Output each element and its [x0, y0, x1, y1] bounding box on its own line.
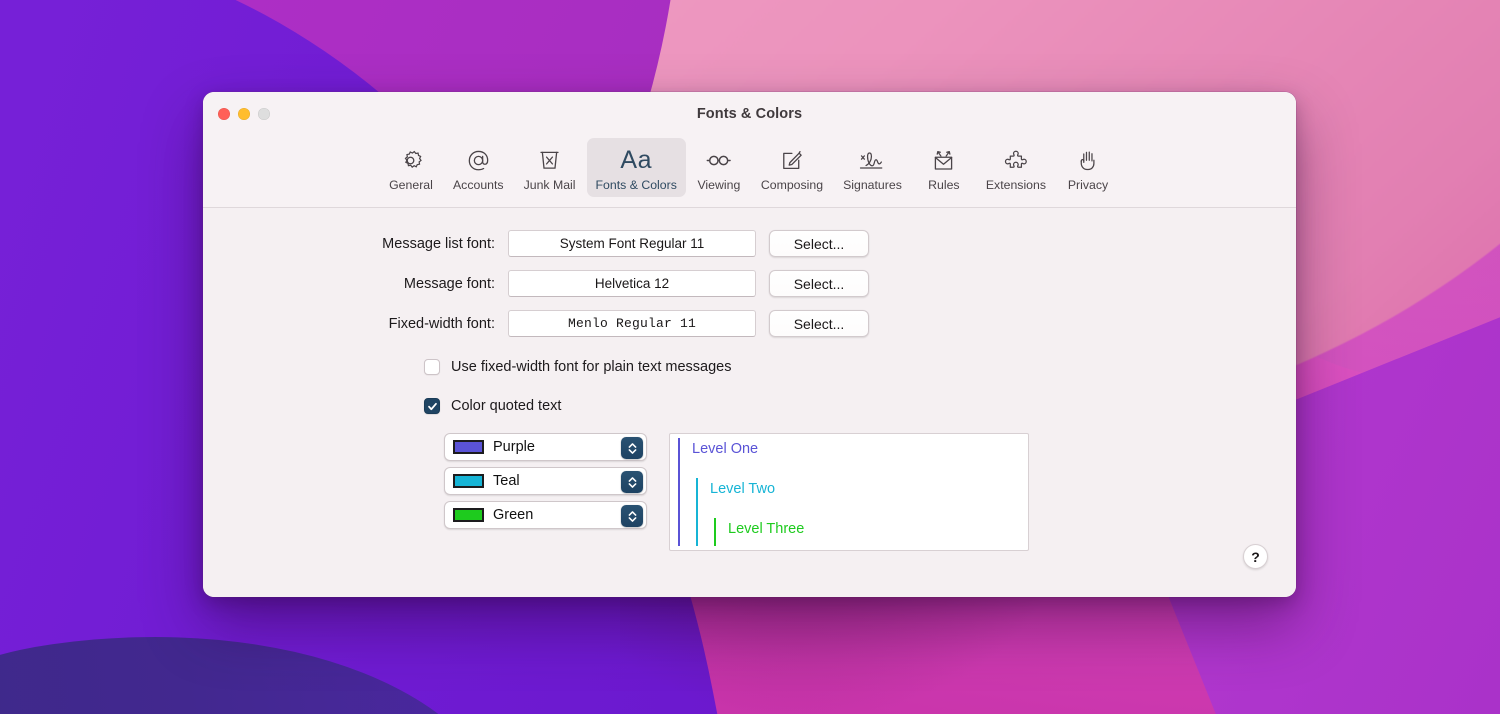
puzzle-piece-icon	[1002, 143, 1030, 177]
tab-rules-label: Rules	[928, 178, 959, 192]
tab-accounts[interactable]: Accounts	[444, 138, 513, 197]
checkbox-row-fixed-width-plain-text[interactable]: Use fixed-width font for plain text mess…	[203, 359, 1296, 375]
tab-composing-label: Composing	[761, 178, 823, 192]
quote-color-popup-level-one[interactable]: Purple	[444, 433, 647, 461]
message-list-font-select-button[interactable]: Select...	[769, 230, 869, 257]
preferences-content: Message list font: System Font Regular 1…	[203, 208, 1296, 597]
trash-x-icon	[536, 143, 563, 177]
close-button[interactable]	[218, 108, 230, 120]
tab-junk-mail[interactable]: Junk Mail	[515, 138, 585, 197]
form-row-fixed-width-font: Fixed-width font: Menlo Regular 11 Selec…	[203, 310, 1296, 337]
form-row-message-font: Message font: Helvetica 12 Select...	[203, 270, 1296, 297]
quote-text-level-three: Level Three	[728, 521, 804, 537]
tab-viewing[interactable]: Viewing	[688, 138, 750, 197]
color-swatch-purple	[453, 440, 484, 454]
at-sign-icon	[465, 143, 492, 177]
message-font-field[interactable]: Helvetica 12	[508, 270, 756, 297]
help-button[interactable]: ?	[1243, 544, 1268, 569]
fixed-width-font-field[interactable]: Menlo Regular 11	[508, 310, 756, 337]
tab-privacy-label: Privacy	[1068, 178, 1108, 192]
aa-icon: Aa	[620, 143, 652, 177]
quote-text-level-two: Level Two	[710, 481, 775, 497]
color-swatch-teal	[453, 474, 484, 488]
use-fixed-width-font-label: Use fixed-width font for plain text mess…	[451, 359, 731, 375]
zoom-button[interactable]	[258, 108, 270, 120]
minimize-button[interactable]	[238, 108, 250, 120]
quote-bar-level-one	[678, 438, 680, 546]
stepper-level-two[interactable]	[621, 471, 643, 493]
quoted-text-colors-section: Purple Teal	[203, 433, 1296, 551]
tab-privacy[interactable]: Privacy	[1057, 138, 1119, 197]
tab-viewing-label: Viewing	[697, 178, 740, 192]
wallpaper-indigo-band	[0, 584, 514, 714]
tab-accounts-label: Accounts	[453, 178, 504, 192]
message-list-font-field[interactable]: System Font Regular 11	[508, 230, 756, 257]
color-swatch-green	[453, 508, 484, 522]
message-list-font-label: Message list font:	[203, 236, 508, 252]
quote-color-label-level-one: Purple	[493, 439, 535, 455]
tab-signatures[interactable]: Signatures	[834, 138, 911, 197]
tab-general[interactable]: General	[380, 138, 442, 197]
fixed-width-font-select-button[interactable]: Select...	[769, 310, 869, 337]
tab-junk-mail-label: Junk Mail	[524, 178, 576, 192]
envelope-arrows-icon	[930, 143, 957, 177]
quoted-text-preview: Level One Level Two Level Three	[669, 433, 1029, 551]
fixed-width-font-label: Fixed-width font:	[203, 316, 508, 332]
quote-color-popup-list: Purple Teal	[444, 433, 647, 551]
message-font-select-button[interactable]: Select...	[769, 270, 869, 297]
stepper-level-one[interactable]	[621, 437, 643, 459]
checkbox-row-color-quoted-text[interactable]: Color quoted text	[203, 398, 1296, 414]
quote-bar-level-three	[714, 518, 716, 546]
form-row-message-list-font: Message list font: System Font Regular 1…	[203, 230, 1296, 257]
traffic-light-group	[218, 108, 270, 120]
tab-fonts-and-colors[interactable]: Aa Fonts & Colors	[587, 138, 686, 197]
quote-color-label-level-two: Teal	[493, 473, 520, 489]
quote-color-popup-level-three[interactable]: Green	[444, 501, 647, 529]
signature-icon	[857, 143, 887, 177]
desktop-wallpaper: Fonts & Colors General	[0, 0, 1500, 714]
quote-bar-level-two	[696, 478, 698, 546]
message-font-label: Message font:	[203, 276, 508, 292]
preferences-window: Fonts & Colors General	[203, 92, 1296, 597]
stepper-level-three[interactable]	[621, 505, 643, 527]
tab-general-label: General	[389, 178, 433, 192]
quote-color-popup-level-two[interactable]: Teal	[444, 467, 647, 495]
window-title: Fonts & Colors	[203, 106, 1296, 122]
gear-icon	[397, 143, 424, 177]
tab-composing[interactable]: Composing	[752, 138, 832, 197]
tab-signatures-label: Signatures	[843, 178, 902, 192]
color-quoted-text-label: Color quoted text	[451, 398, 561, 414]
quote-color-label-level-three: Green	[493, 507, 533, 523]
tab-extensions-label: Extensions	[986, 178, 1046, 192]
window-titlebar[interactable]: Fonts & Colors	[203, 92, 1296, 136]
hand-icon	[1075, 143, 1102, 177]
use-fixed-width-font-checkbox[interactable]	[424, 359, 440, 375]
tab-fonts-and-colors-label: Fonts & Colors	[596, 178, 677, 192]
compose-pencil-icon	[778, 143, 805, 177]
tab-extensions[interactable]: Extensions	[977, 138, 1055, 197]
preferences-toolbar: General Accounts	[203, 136, 1296, 208]
glasses-icon	[704, 143, 733, 177]
quote-text-level-one: Level One	[692, 441, 758, 457]
color-quoted-text-checkbox[interactable]	[424, 398, 440, 414]
tab-rules[interactable]: Rules	[913, 138, 975, 197]
